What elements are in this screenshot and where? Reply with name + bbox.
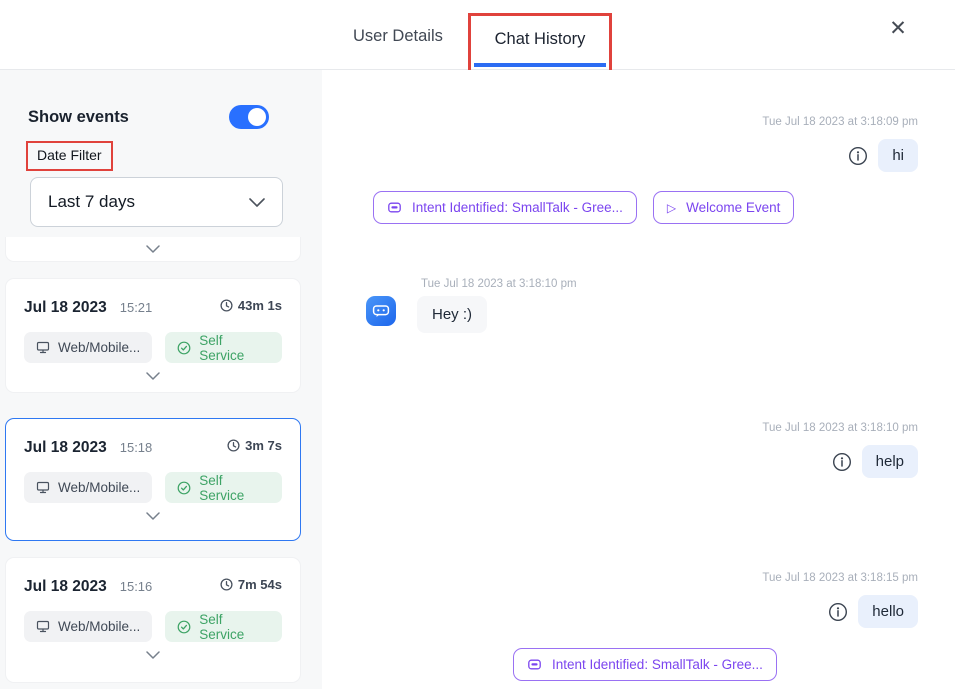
message-timestamp: Tue Jul 18 2023 at 3:18:09 pm xyxy=(762,116,918,128)
header: User Details Chat History ✕ xyxy=(0,0,955,70)
resolution-badge: Self Service xyxy=(165,472,282,503)
expand-chevron-icon[interactable] xyxy=(146,512,160,520)
check-circle-icon xyxy=(177,341,191,355)
bot-avatar xyxy=(366,296,396,326)
expand-chevron-icon[interactable] xyxy=(146,372,160,380)
resolution-badge: Self Service xyxy=(165,332,282,363)
user-message-group: Tue Jul 18 2023 at 3:18:09 pm hi xyxy=(762,116,918,172)
monitor-icon xyxy=(36,620,50,633)
channel-label: Web/Mobile... xyxy=(58,480,140,495)
session-time: 15:21 xyxy=(120,300,153,315)
chevron-down-icon xyxy=(249,198,265,207)
monitor-icon xyxy=(36,341,50,354)
channel-badge: Web/Mobile... xyxy=(24,611,152,642)
resolution-badge: Self Service xyxy=(165,611,282,642)
show-events-toggle[interactable] xyxy=(229,105,269,129)
session-duration: 43m 1s xyxy=(238,298,282,313)
chatbot-icon xyxy=(371,301,391,321)
message-info-button[interactable] xyxy=(848,146,868,166)
session-card[interactable]: Jul 18 2023 15:16 7m 54s Web/Mobi xyxy=(5,557,301,683)
expand-chevron-icon[interactable] xyxy=(146,651,160,659)
play-icon: ▷ xyxy=(667,201,676,215)
session-date: Jul 18 2023 xyxy=(24,439,107,457)
session-date: Jul 18 2023 xyxy=(24,299,107,317)
bot-head-icon xyxy=(527,657,542,672)
welcome-event-chip[interactable]: ▷ Welcome Event xyxy=(653,191,795,224)
monitor-icon xyxy=(36,481,50,494)
message-info-button[interactable] xyxy=(828,602,848,622)
user-message-bubble: hi xyxy=(878,139,918,172)
check-circle-icon xyxy=(177,481,191,495)
session-date: Jul 18 2023 xyxy=(24,578,107,596)
toggle-knob xyxy=(248,108,266,126)
annotation-box-chat-history-tab: Chat History xyxy=(468,13,612,73)
intent-identified-chip[interactable]: Intent Identified: SmallTalk - Gree... xyxy=(513,648,777,681)
user-message-group: Tue Jul 18 2023 at 3:18:10 pm help xyxy=(762,422,918,478)
intent-identified-chip[interactable]: Intent Identified: SmallTalk - Gree... xyxy=(373,191,637,224)
channel-badge: Web/Mobile... xyxy=(24,332,152,363)
message-timestamp: Tue Jul 18 2023 at 3:18:15 pm xyxy=(762,572,918,584)
event-chips-row: Intent Identified: SmallTalk - Gree... xyxy=(513,648,777,681)
message-timestamp: Tue Jul 18 2023 at 3:18:10 pm xyxy=(762,422,918,434)
welcome-chip-label: Welcome Event xyxy=(686,200,780,215)
chat-transcript: Tue Jul 18 2023 at 3:18:09 pm hi Intent … xyxy=(322,70,955,689)
close-button[interactable]: ✕ xyxy=(882,13,914,45)
show-events-label: Show events xyxy=(28,108,129,127)
check-circle-icon xyxy=(177,620,191,634)
session-card-selected[interactable]: Jul 18 2023 15:18 3m 7s Web/Mobil xyxy=(5,418,301,541)
expand-chevron-icon[interactable] xyxy=(146,245,160,253)
user-message-group: Tue Jul 18 2023 at 3:18:15 pm hello xyxy=(762,572,918,628)
bot-message-bubble: Hey :) xyxy=(417,296,487,333)
annotation-box-date-filter: Date Filter xyxy=(26,141,113,171)
bot-head-icon xyxy=(387,200,402,215)
user-message-bubble: hello xyxy=(858,595,918,628)
session-duration: 3m 7s xyxy=(245,438,282,453)
tab-user-details[interactable]: User Details xyxy=(353,27,443,46)
session-card[interactable]: Jul 18 2023 15:21 43m 1s Web/Mobi xyxy=(5,278,301,393)
intent-chip-label: Intent Identified: SmallTalk - Gree... xyxy=(412,200,623,215)
resolution-label: Self Service xyxy=(199,333,270,363)
user-message-bubble: help xyxy=(862,445,918,478)
resolution-label: Self Service xyxy=(199,473,270,503)
date-filter-dropdown[interactable]: Last 7 days xyxy=(30,177,283,227)
tab-chat-history[interactable]: Chat History xyxy=(471,30,609,49)
date-filter-value: Last 7 days xyxy=(48,192,135,212)
event-chips-row: Intent Identified: SmallTalk - Gree... ▷… xyxy=(373,191,794,224)
date-filter-label: Date Filter xyxy=(37,147,102,163)
channel-label: Web/Mobile... xyxy=(58,340,140,355)
session-time: 15:18 xyxy=(120,440,153,455)
intent-chip-label: Intent Identified: SmallTalk - Gree... xyxy=(552,657,763,672)
bot-message-group: Tue Jul 18 2023 at 3:18:10 pm Hey :) xyxy=(366,278,577,333)
clock-icon xyxy=(220,299,233,312)
channel-label: Web/Mobile... xyxy=(58,619,140,634)
message-info-button[interactable] xyxy=(832,452,852,472)
clock-icon xyxy=(220,578,233,591)
message-timestamp: Tue Jul 18 2023 at 3:18:10 pm xyxy=(421,278,577,290)
active-tab-underline xyxy=(474,63,606,67)
chat-history-panel: User Details Chat History ✕ Show events … xyxy=(0,0,955,689)
sidebar: Show events Date Filter Last 7 days Jul … xyxy=(0,70,322,689)
session-duration: 7m 54s xyxy=(238,577,282,592)
session-card-partial[interactable] xyxy=(5,237,301,262)
session-time: 15:16 xyxy=(120,579,153,594)
clock-icon xyxy=(227,439,240,452)
channel-badge: Web/Mobile... xyxy=(24,472,152,503)
resolution-label: Self Service xyxy=(199,612,270,642)
